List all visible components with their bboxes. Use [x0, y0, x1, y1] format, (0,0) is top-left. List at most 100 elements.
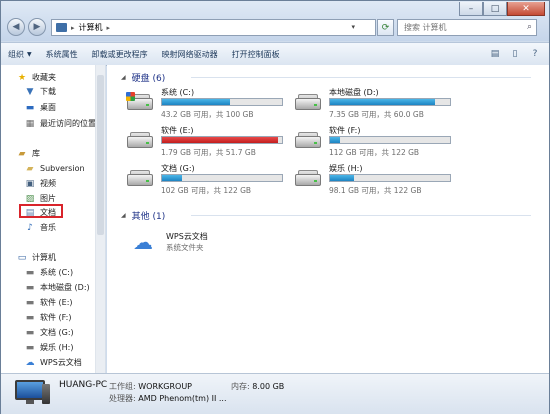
memory-value: 8.00 GB — [252, 382, 285, 391]
drive-name: 本地磁盘 (D:) — [329, 88, 379, 97]
drive-name: 软件 (E:) — [161, 126, 194, 135]
nav-drive-c[interactable]: ▬ 系统 (C:) — [25, 266, 73, 279]
command-bar: 组织 ▼ 系统属性 卸载或更改程序 映射网络驱动器 打开控制面板 ▤ ▯ ? — [1, 42, 549, 66]
open-control-panel-label: 打开控制面板 — [231, 49, 280, 59]
nav-drive-d[interactable]: ▬ 本地磁盘 (D:) — [25, 281, 90, 294]
chevron-right-icon[interactable]: ▸ — [71, 24, 75, 32]
pictures-icon: ▨ — [25, 193, 35, 204]
nav-favorites[interactable]: ★ 收藏夹 — [17, 71, 56, 84]
cloud-icon: ☁ — [133, 230, 153, 254]
minimize-button[interactable]: – — [459, 2, 483, 16]
memory-row: 内存: 8.00 GB — [231, 381, 284, 392]
nav-recent-places[interactable]: ▦ 最近访问的位置 — [25, 117, 96, 130]
drive-space-info: 102 GB 可用，共 122 GB — [161, 186, 252, 195]
scrollbar-thumb[interactable] — [97, 75, 104, 235]
collapse-triangle-icon[interactable]: ◢ — [121, 74, 126, 81]
nav-label: 下载 — [40, 87, 56, 96]
music-icon: ♪ — [27, 222, 33, 233]
nav-videos[interactable]: ▣ 视频 — [25, 177, 56, 190]
hard-drive-icon — [127, 170, 153, 188]
nav-label: 音乐 — [40, 223, 56, 232]
drive-space-info: 112 GB 可用，共 122 GB — [329, 148, 420, 157]
nav-wps-cloud[interactable]: ☁ WPS云文档 — [25, 356, 82, 369]
windows-logo-icon — [126, 92, 135, 101]
refresh-button[interactable]: ⟳ — [377, 19, 394, 36]
processor-row: 处理器: AMD Phenom(tm) II ... — [109, 393, 227, 404]
hard-drive-icon — [295, 132, 321, 150]
drive-tile[interactable]: 娱乐 (H:) 98.1 GB 可用，共 122 GB — [295, 163, 455, 199]
drive-tile[interactable]: 软件 (F:) 112 GB 可用，共 122 GB — [295, 125, 455, 161]
map-network-drive-button[interactable]: 映射网络驱动器 — [155, 43, 225, 65]
workgroup-value: WORKGROUP — [138, 382, 192, 391]
drive-tile[interactable]: 本地磁盘 (D:) 7.35 GB 可用，共 60.0 GB — [295, 87, 455, 123]
drive-tile[interactable]: 软件 (E:) 1.79 GB 可用，共 51.7 GB — [127, 125, 287, 161]
refresh-icon: ⟳ — [381, 22, 390, 33]
wps-cloud-item[interactable]: ☁ WPS云文档 系统文件夹 — [133, 229, 333, 259]
system-properties-label: 系统属性 — [45, 49, 78, 59]
nav-computer[interactable]: ▭ 计算机 — [17, 251, 56, 264]
nav-downloads[interactable]: ▼ 下载 — [25, 85, 56, 98]
drive-tile[interactable]: 文档 (G:) 102 GB 可用，共 122 GB — [127, 163, 287, 199]
close-button[interactable]: ✕ — [507, 2, 545, 16]
minimize-icon: – — [468, 3, 474, 14]
nav-desktop[interactable]: ▬ 桌面 — [25, 101, 56, 114]
workgroup-label: 工作组: — [109, 382, 136, 391]
nav-drive-f[interactable]: ▬ 软件 (F:) — [25, 311, 72, 324]
organize-button[interactable]: 组织 ▼ — [1, 43, 39, 65]
uninstall-program-button[interactable]: 卸载或更改程序 — [85, 43, 155, 65]
nav-label: 计算机 — [32, 253, 56, 262]
forward-button[interactable]: ▶ — [28, 18, 46, 36]
nav-drive-g[interactable]: ▬ 文档 (G:) — [25, 326, 74, 339]
drive-usage-bar — [329, 136, 451, 144]
search-input[interactable] — [402, 22, 516, 33]
chevron-right-icon[interactable]: ▸ — [107, 24, 111, 32]
nav-label: 库 — [32, 149, 40, 158]
drive-tile[interactable]: 系统 (C:) 43.2 GB 可用，共 100 GB — [126, 87, 287, 123]
nav-music[interactable]: ♪ 音乐 — [25, 221, 56, 234]
open-control-panel-button[interactable]: 打开控制面板 — [225, 43, 287, 65]
breadcrumb-computer[interactable]: 计算机 — [79, 22, 103, 33]
drive-usage-bar — [161, 136, 283, 144]
drive-usage-fill — [330, 99, 436, 105]
drive-space-info: 43.2 GB 可用，共 100 GB — [161, 110, 254, 119]
computer-icon — [56, 23, 67, 32]
drive-usage-fill — [162, 137, 278, 143]
details-pane: HUANG-PC 工作组: WORKGROUP 处理器: AMD Phenom(… — [1, 373, 549, 414]
drive-usage-bar — [161, 174, 283, 182]
library-icon: ▰ — [18, 148, 26, 159]
drive-name: 系统 (C:) — [161, 88, 195, 97]
maximize-icon: □ — [490, 3, 500, 14]
nav-subversion[interactable]: ▰ Subversion — [25, 162, 85, 175]
address-bar[interactable]: ▸ 计算机 ▸ ▾ — [51, 19, 376, 36]
group-header-hard-drives[interactable]: ◢ 硬盘 (6) — [121, 71, 531, 84]
chevron-down-icon[interactable]: ▾ — [351, 23, 355, 31]
drive-usage-fill — [330, 137, 340, 143]
group-divider — [191, 215, 531, 216]
hard-drive-icon: ▬ — [25, 297, 35, 308]
collapse-triangle-icon[interactable]: ◢ — [121, 212, 126, 219]
drive-usage-fill — [330, 175, 354, 181]
window-controls: – □ ✕ — [459, 2, 545, 16]
nav-drive-e[interactable]: ▬ 软件 (E:) — [25, 296, 73, 309]
recent-places-icon: ▦ — [25, 118, 35, 129]
nav-libraries[interactable]: ▰ 库 — [17, 147, 40, 160]
maximize-button[interactable]: □ — [483, 2, 507, 16]
nav-label: 娱乐 (H:) — [40, 343, 74, 352]
back-button[interactable]: ◀ — [7, 18, 25, 36]
view-options-icon[interactable]: ▤ — [487, 46, 503, 62]
drive-usage-bar — [329, 98, 451, 106]
search-box[interactable]: ⌕ — [397, 19, 537, 36]
nav-label: 文档 (G:) — [40, 328, 74, 337]
title-bar: – □ ✕ ◀ ▶ ▸ 计算机 ▸ ▾ ⟳ ⌕ — [1, 1, 549, 41]
nav-label: 图片 — [40, 194, 56, 203]
search-icon[interactable]: ⌕ — [527, 22, 532, 32]
system-properties-button[interactable]: 系统属性 — [39, 43, 85, 65]
nav-drive-h[interactable]: ▬ 娱乐 (H:) — [25, 341, 74, 354]
video-icon: ▣ — [25, 178, 35, 189]
preview-pane-icon[interactable]: ▯ — [507, 46, 523, 62]
help-icon[interactable]: ? — [527, 46, 543, 62]
drive-usage-bar — [329, 174, 451, 182]
drive-usage-fill — [162, 99, 231, 105]
nav-scrollbar[interactable] — [95, 65, 105, 373]
group-header-other[interactable]: ◢ 其他 (1) — [121, 209, 531, 222]
